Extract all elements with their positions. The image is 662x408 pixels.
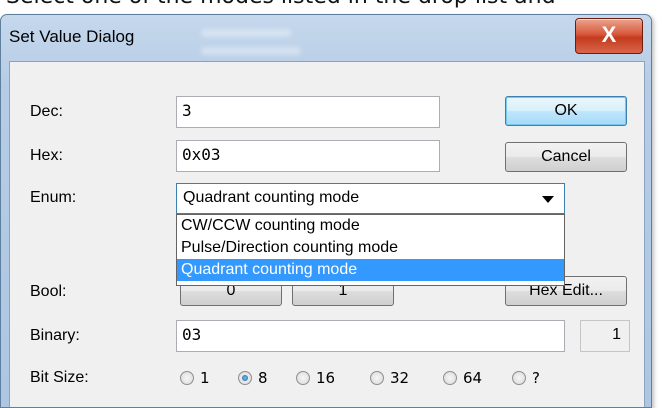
binary-input[interactable]: 03 — [176, 320, 565, 352]
dec-input[interactable]: 3 — [176, 96, 440, 128]
close-button[interactable]: X — [575, 18, 643, 54]
enum-selected-value: Quadrant counting mode — [183, 189, 360, 206]
enum-label: Enum: — [30, 189, 77, 206]
enum-option[interactable]: CW/CCW counting mode — [177, 215, 564, 237]
radio-label: 16 — [316, 369, 336, 387]
enum-option[interactable]: Quadrant counting mode — [177, 259, 564, 281]
radio-button[interactable] — [180, 371, 194, 385]
blurred-background-text — [201, 47, 301, 55]
enum-select[interactable]: Quadrant counting mode — [176, 183, 565, 214]
enum-dropdown-list: CW/CCW counting mode Pulse/Direction cou… — [176, 214, 565, 286]
radio-button[interactable] — [512, 371, 526, 385]
dialog-client-area: Dec: 3 OK Hex: 0x03 Cancel Enum: Quadran… — [9, 61, 645, 407]
radio-label: 64 — [463, 369, 483, 387]
binary-count-display: 1 — [580, 320, 630, 352]
radio-button[interactable] — [443, 371, 457, 385]
dec-label: Dec: — [30, 103, 63, 120]
bit-size-option-64[interactable]: 64 — [443, 369, 482, 387]
bit-size-option-16[interactable]: 16 — [296, 369, 335, 387]
ok-button[interactable]: OK — [505, 96, 627, 126]
blurred-background-text — [201, 29, 291, 37]
radio-label: 8 — [258, 369, 268, 387]
close-icon: X — [601, 22, 617, 47]
radio-button[interactable] — [238, 371, 252, 385]
radio-label: 32 — [390, 369, 410, 387]
hex-input[interactable]: 0x03 — [176, 140, 440, 172]
radio-label: 1 — [200, 369, 210, 387]
enum-option[interactable]: Pulse/Direction counting mode — [177, 237, 564, 259]
title-bar[interactable]: Set Value Dialog X — [1, 15, 651, 61]
bit-size-label: Bit Size: — [30, 369, 89, 386]
bit-size-option-32[interactable]: 32 — [370, 369, 409, 387]
binary-label: Binary: — [30, 327, 80, 344]
radio-button[interactable] — [370, 371, 384, 385]
cancel-button[interactable]: Cancel — [505, 142, 627, 172]
bit-size-option-1[interactable]: 1 — [180, 369, 210, 387]
radio-label: ? — [532, 369, 540, 387]
bool-label: Bool: — [30, 283, 67, 300]
hex-label: Hex: — [30, 147, 63, 164]
dialog-title: Set Value Dialog — [9, 27, 135, 46]
bit-size-option-8[interactable]: 8 — [238, 369, 268, 387]
set-value-dialog: Set Value Dialog X Dec: 3 OK Hex: 0x03 C… — [0, 14, 652, 408]
radio-button[interactable] — [296, 371, 310, 385]
background-instruction-text: Select one of the modes listed in the dr… — [6, 0, 556, 9]
bit-size-option-unknown[interactable]: ? — [512, 369, 540, 387]
chevron-down-icon[interactable] — [542, 196, 554, 203]
